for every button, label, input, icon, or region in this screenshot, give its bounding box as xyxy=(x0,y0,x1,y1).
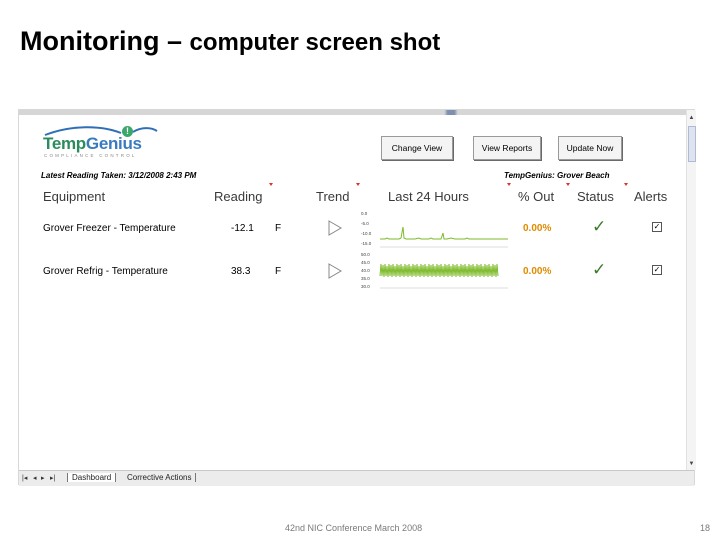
header-pct-out[interactable]: % Out xyxy=(518,189,554,204)
header-equipment[interactable]: Equipment xyxy=(43,189,105,204)
checkbox-icon[interactable]: ✓ xyxy=(652,265,662,275)
reading-value: -12.1 xyxy=(231,223,254,234)
axis-label: 45.0 xyxy=(361,260,370,265)
axis-label: 40.0 xyxy=(361,268,370,273)
pct-out-value: 0.00% xyxy=(523,266,552,277)
slide-title: Monitoring – computer screen shot xyxy=(20,26,440,57)
axis-label: -15.0 xyxy=(361,241,372,246)
scrollbar-thumb[interactable] xyxy=(688,126,696,162)
update-now-button[interactable]: Update Now xyxy=(558,136,622,160)
tab-nav-prev-icon[interactable]: ◂ xyxy=(33,474,37,482)
slide-title-dash: – xyxy=(159,26,190,56)
header-reading[interactable]: Reading xyxy=(214,189,262,204)
reading-value: 38.3 xyxy=(231,266,251,277)
slide-title-rest: computer screen shot xyxy=(189,29,441,56)
slide-title-main: Monitoring xyxy=(20,26,160,56)
sort-marker-icon xyxy=(269,183,273,186)
tab-nav-first-icon[interactable]: |◂ xyxy=(22,474,27,482)
slide-footer: 42nd NIC Conference March 2008 xyxy=(285,523,423,533)
reading-unit: F xyxy=(275,223,282,234)
scroll-up-arrow-icon[interactable]: ▲ xyxy=(688,114,695,122)
refrig-sparkline: 50.0 45.0 40.0 35.0 30.0 xyxy=(361,252,508,289)
sort-marker-icon xyxy=(507,183,511,186)
vertical-scrollbar[interactable]: ▲ ▼ xyxy=(686,110,696,470)
play-triangle-icon[interactable] xyxy=(328,263,342,279)
app-screenshot: ! TempGenius COMPLIANCE CONTROL Change V… xyxy=(18,109,696,486)
header-trend[interactable]: Trend xyxy=(316,189,349,204)
axis-label: 35.0 xyxy=(361,276,370,281)
sort-marker-icon xyxy=(566,183,570,186)
check-icon: ✓ xyxy=(592,260,607,279)
tab-corrective-actions[interactable]: Corrective Actions xyxy=(123,473,197,482)
axis-label: -10.0 xyxy=(361,231,372,236)
latest-reading-text: Latest Reading Taken: 3/12/2008 2:43 PM xyxy=(41,171,197,180)
tempgenius-logo: ! TempGenius COMPLIANCE CONTROL xyxy=(41,124,161,158)
axis-label: 0.0 xyxy=(361,211,368,216)
view-reports-button[interactable]: View Reports xyxy=(473,136,541,160)
tab-nav-next-icon[interactable]: ▸ xyxy=(41,474,45,482)
window-top-edge xyxy=(19,110,694,115)
equipment-name[interactable]: Grover Freezer - Temperature xyxy=(43,223,176,234)
site-name: TempGenius: Grover Beach xyxy=(504,171,610,180)
logo-wordmark: TempGenius xyxy=(43,134,142,153)
equipment-name[interactable]: Grover Refrig - Temperature xyxy=(43,266,168,277)
header-alerts[interactable]: Alerts xyxy=(634,189,667,204)
tab-dashboard[interactable]: Dashboard xyxy=(67,473,117,482)
tab-nav-last-icon[interactable]: ▸| xyxy=(50,474,55,482)
axis-label: -5.0 xyxy=(361,221,369,226)
reading-unit: F xyxy=(275,266,282,277)
page-number: 18 xyxy=(700,523,711,533)
axis-label: 30.0 xyxy=(361,284,370,289)
scroll-down-arrow-icon[interactable]: ▼ xyxy=(688,460,695,468)
check-icon: ✓ xyxy=(592,217,607,236)
play-triangle-icon[interactable] xyxy=(328,220,342,236)
freezer-sparkline: 0.0 -5.0 -10.0 -15.0 xyxy=(361,211,508,248)
sheet-tab-bar: |◂ ◂ ▸ ▸| Dashboard Corrective Actions xyxy=(19,470,694,486)
sort-marker-icon xyxy=(356,183,360,186)
header-status[interactable]: Status xyxy=(577,189,614,204)
axis-label: 50.0 xyxy=(361,252,370,257)
change-view-button[interactable]: Change View xyxy=(381,136,453,160)
logo-tagline: COMPLIANCE CONTROL xyxy=(44,153,137,158)
pct-out-value: 0.00% xyxy=(523,223,552,234)
sort-marker-icon xyxy=(624,183,628,186)
header-last-24-hours[interactable]: Last 24 Hours xyxy=(388,189,469,204)
checkbox-icon[interactable]: ✓ xyxy=(652,222,662,232)
